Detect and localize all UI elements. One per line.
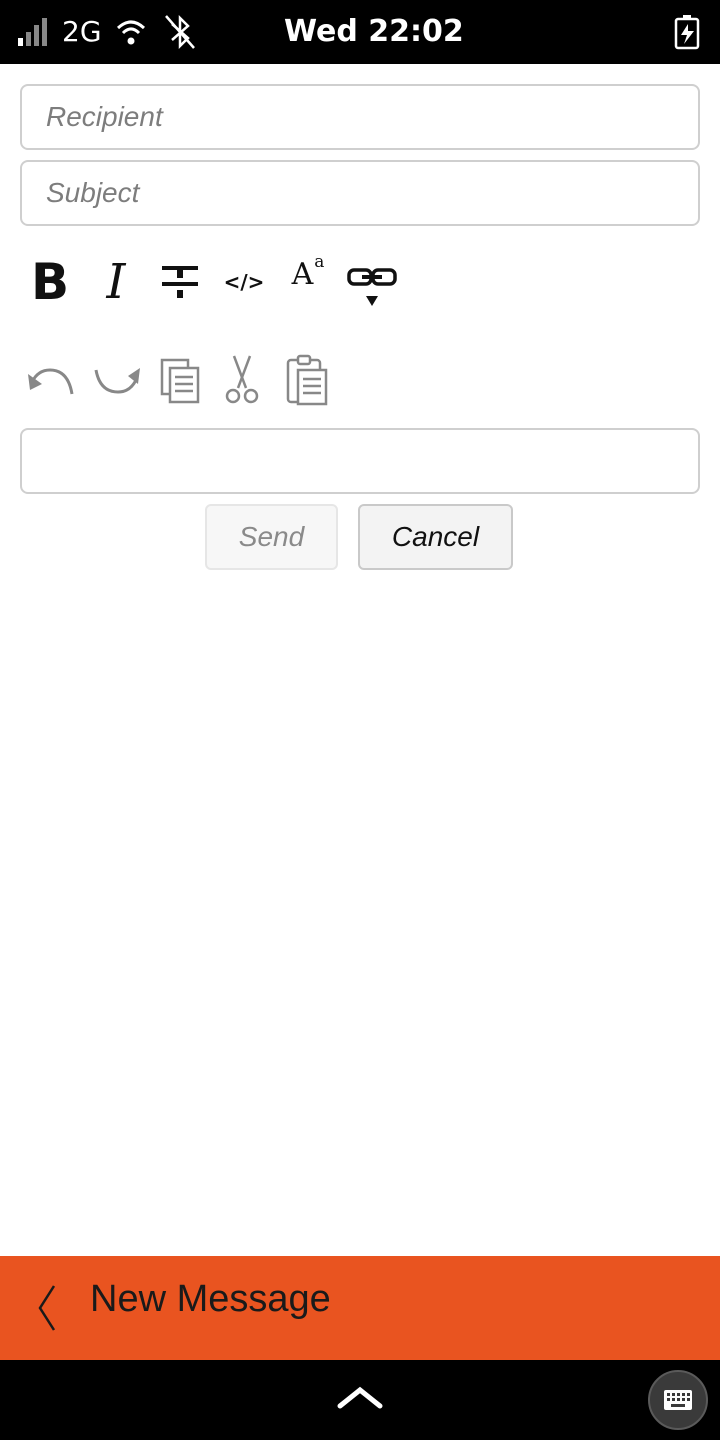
cut-button[interactable] xyxy=(222,354,262,406)
code-button[interactable]: </> xyxy=(223,262,265,302)
cut-icon xyxy=(225,355,259,404)
status-bar: 2G Wed 22:02 xyxy=(0,0,720,64)
signal-icon xyxy=(18,18,47,46)
copy-button[interactable] xyxy=(158,356,202,406)
italic-icon: I xyxy=(106,254,126,310)
link-button[interactable] xyxy=(344,262,400,310)
strikethrough-icon xyxy=(162,266,198,298)
italic-button[interactable]: I xyxy=(96,254,136,310)
recipient-input[interactable] xyxy=(20,84,700,150)
undo-icon xyxy=(28,368,74,395)
wifi-icon xyxy=(116,20,146,45)
subject-input[interactable] xyxy=(20,160,700,226)
code-icon: </> xyxy=(223,270,265,294)
chevron-up-icon[interactable] xyxy=(336,1384,384,1412)
paste-button[interactable] xyxy=(284,352,330,408)
back-icon[interactable] xyxy=(32,1282,62,1334)
bold-button[interactable]: B xyxy=(28,253,72,311)
cancel-button[interactable]: Cancel xyxy=(358,504,513,570)
keyboard-button[interactable] xyxy=(648,1370,708,1430)
copy-icon xyxy=(160,358,200,404)
font-size-button[interactable]: Aa xyxy=(288,252,328,296)
bold-icon: B xyxy=(30,253,70,311)
network-type: 2G xyxy=(62,15,102,48)
keyboard-icon xyxy=(664,1390,692,1410)
paste-icon xyxy=(286,354,328,406)
send-button[interactable]: Send xyxy=(205,504,338,570)
undo-button[interactable] xyxy=(26,360,76,400)
redo-button[interactable] xyxy=(92,360,142,400)
bluetooth-off-icon xyxy=(165,14,195,50)
page-title: New Message xyxy=(90,1278,331,1320)
battery-charging-icon xyxy=(674,15,700,50)
redo-icon xyxy=(94,368,140,394)
message-body-input[interactable] xyxy=(20,428,700,494)
clock: Wed 22:02 xyxy=(284,14,464,49)
strikethrough-button[interactable] xyxy=(160,260,200,306)
link-icon xyxy=(347,268,397,306)
font-size-icon: Aa xyxy=(291,251,325,292)
